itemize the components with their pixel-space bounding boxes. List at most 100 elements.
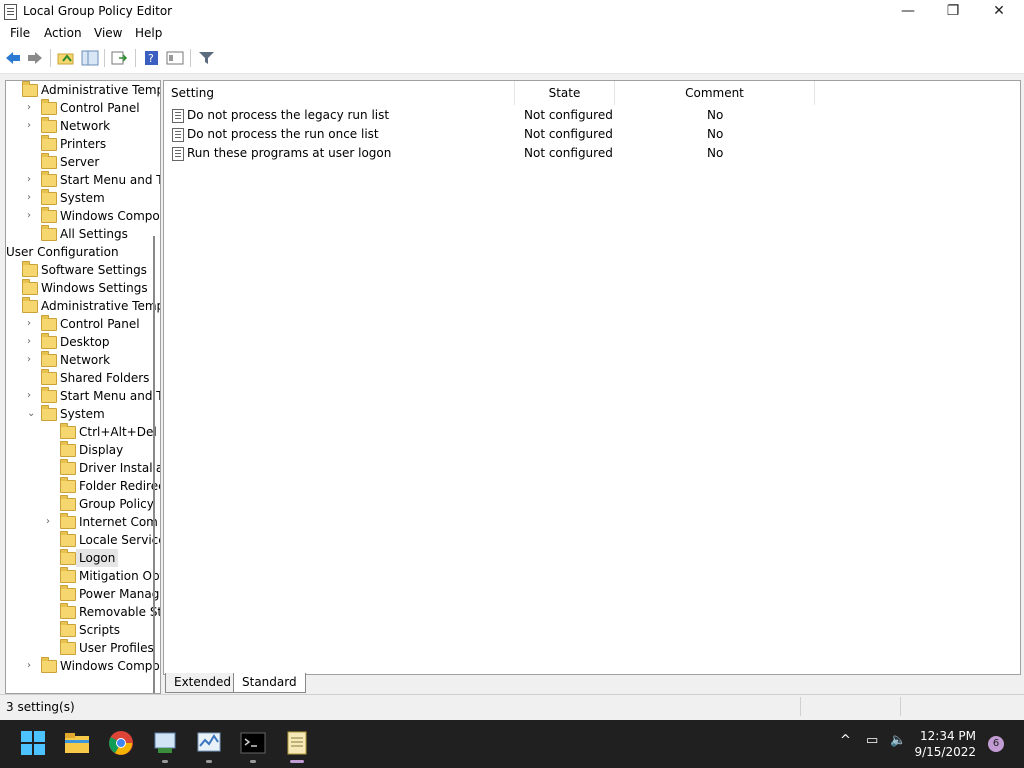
tree-item[interactable]: Mitigation Opti — [6, 567, 160, 585]
tree-item-label: Display — [79, 443, 124, 457]
close-button[interactable]: ✕ — [976, 0, 1022, 23]
help-icon[interactable]: ? — [143, 50, 161, 66]
tree-item[interactable]: › Control Panel — [6, 99, 152, 117]
clock[interactable]: 12:34 PM 9/15/2022 — [914, 728, 976, 760]
collapse-arrow-icon[interactable]: ⌄ — [27, 405, 37, 423]
menu-help[interactable]: Help — [135, 26, 162, 40]
table-row[interactable]: Run these programs at user logon Not con… — [164, 144, 1020, 163]
tree-item[interactable]: › Internet Com — [6, 513, 158, 531]
maximize-button[interactable]: ❐ — [930, 0, 976, 23]
expand-arrow-icon[interactable]: › — [27, 315, 37, 333]
tree-item[interactable]: › Start Menu and Tas — [6, 171, 160, 189]
tree-item[interactable]: Ctrl+Alt+Del O — [6, 423, 160, 441]
menu-file[interactable]: File — [10, 26, 30, 40]
tree-item[interactable]: All Settings — [6, 225, 152, 243]
show-hide-tree-icon[interactable] — [81, 50, 99, 66]
tree-item[interactable]: › Windows Compon — [6, 657, 160, 675]
tree-item-label: Removable Sto — [79, 605, 161, 619]
tree-item[interactable]: User Profiles — [6, 639, 154, 657]
tree-item[interactable]: Windows Settings — [6, 279, 152, 297]
filter-icon[interactable] — [198, 50, 216, 66]
expand-arrow-icon[interactable]: › — [27, 387, 37, 405]
volume-icon[interactable]: 🔈 — [890, 733, 906, 748]
tree-item[interactable]: Power Manage — [6, 585, 160, 603]
folder-icon — [41, 657, 57, 673]
tree-item[interactable]: › Windows Compon — [6, 207, 160, 225]
expand-arrow-icon[interactable]: › — [27, 351, 37, 369]
tree-item[interactable]: Administrative Templa — [6, 297, 160, 315]
tree-item[interactable]: Shared Folders — [6, 369, 152, 387]
status-text: 3 setting(s) — [6, 700, 75, 714]
policy-setting-icon — [172, 128, 184, 142]
folder-icon — [60, 603, 76, 619]
expand-arrow-icon[interactable]: › — [46, 513, 56, 531]
notepad-icon[interactable] — [284, 730, 310, 756]
terminal-icon[interactable] — [240, 730, 266, 756]
tab-extended[interactable]: Extended — [165, 673, 240, 693]
expand-arrow-icon[interactable]: › — [27, 99, 37, 117]
toolbar-separator — [104, 49, 105, 67]
tree-item[interactable]: › Control Panel — [6, 315, 152, 333]
tree-item[interactable]: Removable Sto — [6, 603, 160, 621]
folder-icon — [60, 639, 76, 655]
column-header-state[interactable]: State — [515, 81, 615, 105]
tree-item[interactable]: Logon — [6, 549, 152, 567]
tree-item[interactable]: Driver Installati — [6, 459, 160, 477]
task-manager-icon[interactable] — [196, 730, 222, 756]
tree-item-label: Windows Compon — [60, 659, 161, 673]
minimize-button[interactable]: — — [885, 0, 931, 23]
tree-pane[interactable]: › Windows Compon User Profiles Scripts Remov… — [5, 80, 161, 694]
column-header-setting[interactable]: Setting — [164, 81, 515, 105]
tree-item[interactable]: User Configuration — [6, 243, 152, 261]
tree-item[interactable]: › Network — [6, 117, 152, 135]
folder-icon — [60, 477, 76, 493]
chrome-icon[interactable] — [108, 730, 134, 756]
tree-item-label: System — [60, 407, 105, 421]
properties-icon[interactable] — [166, 50, 184, 66]
folder-icon — [41, 225, 57, 241]
expand-arrow-icon[interactable]: › — [27, 657, 37, 675]
table-row[interactable]: Do not process the legacy run list Not c… — [164, 106, 1020, 125]
network-icon[interactable]: ▭ — [866, 733, 878, 748]
tree-item[interactable]: Software Settings — [6, 261, 152, 279]
tray-chevron-icon[interactable]: ^ — [840, 733, 851, 748]
expand-arrow-icon[interactable]: › — [27, 171, 37, 189]
expand-arrow-icon[interactable]: › — [27, 333, 37, 351]
file-explorer-icon[interactable] — [64, 730, 90, 756]
tree-item-label: Windows Compon — [60, 209, 161, 223]
tree-item[interactable]: › System — [6, 189, 152, 207]
forward-icon[interactable] — [26, 50, 44, 66]
tree-item[interactable]: Display — [6, 441, 152, 459]
tab-standard[interactable]: Standard — [233, 673, 306, 693]
tree-item[interactable]: Administrative Templa — [6, 81, 160, 99]
tree-item[interactable]: › Network — [6, 351, 152, 369]
tree-item[interactable]: Scripts — [6, 621, 152, 639]
back-icon[interactable] — [4, 50, 22, 66]
tree-vertical-scrollbar[interactable] — [153, 236, 155, 693]
tree-item[interactable]: › Desktop — [6, 333, 152, 351]
tree-item[interactable]: Printers — [6, 135, 152, 153]
expand-arrow-icon[interactable]: › — [27, 189, 37, 207]
tree-item[interactable]: Locale Services — [6, 531, 160, 549]
expand-arrow-icon[interactable]: › — [27, 207, 37, 225]
folder-icon — [60, 423, 76, 439]
tree-item-label: Mitigation Opti — [79, 569, 161, 583]
table-row[interactable]: Do not process the run once list Not con… — [164, 125, 1020, 144]
notification-badge[interactable]: 6 — [988, 736, 1004, 752]
export-list-icon[interactable] — [111, 50, 129, 66]
tree-item[interactable]: ⌄ System — [6, 405, 152, 423]
expand-arrow-icon[interactable]: › — [27, 117, 37, 135]
start-icon[interactable] — [20, 730, 46, 756]
tree-item-label: Control Panel — [60, 317, 140, 331]
tree-item[interactable]: Server — [6, 153, 152, 171]
column-header-comment[interactable]: Comment — [615, 81, 815, 105]
menu-action[interactable]: Action — [44, 26, 82, 40]
tree-item[interactable]: Folder Redirect — [6, 477, 160, 495]
tree-item-label: System — [60, 191, 105, 205]
up-folder-icon[interactable] — [57, 50, 75, 66]
tree-item[interactable]: Group Policy — [6, 495, 154, 513]
menu-view[interactable]: View — [94, 26, 122, 40]
app-icon — [4, 4, 17, 20]
tree-item[interactable]: › Start Menu and Tas — [6, 387, 160, 405]
group-policy-icon[interactable] — [152, 730, 178, 756]
